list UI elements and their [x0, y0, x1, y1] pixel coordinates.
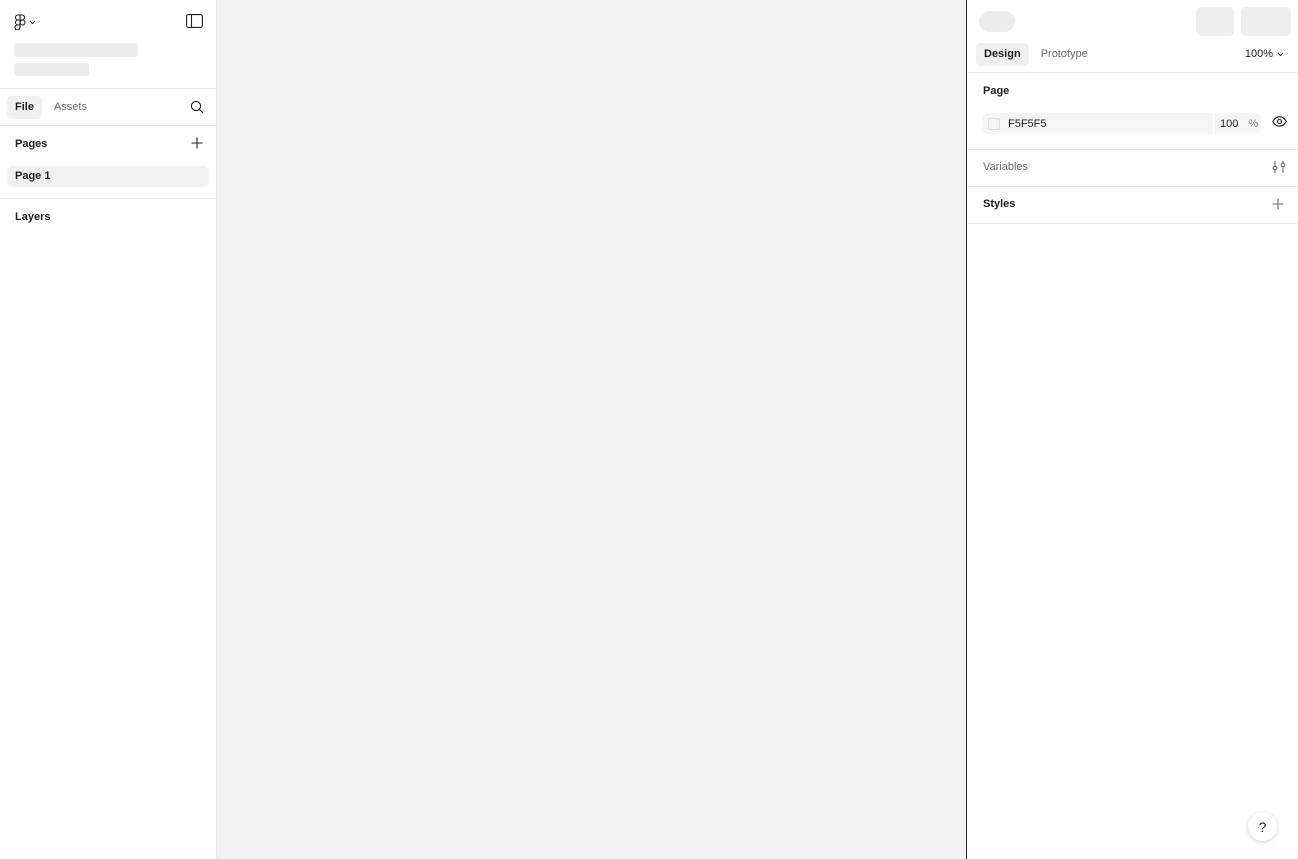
project-name-placeholder — [14, 63, 89, 76]
tab-design[interactable]: Design — [976, 43, 1029, 66]
tab-assets[interactable]: Assets — [46, 96, 95, 119]
chevron-down-icon — [1277, 48, 1284, 60]
share-button-placeholder — [1241, 7, 1291, 36]
opacity-unit: % — [1248, 117, 1259, 130]
divider — [0, 198, 216, 199]
toolbar-button-placeholder — [1196, 7, 1234, 36]
eye-icon[interactable] — [1272, 116, 1287, 131]
zoom-dropdown[interactable]: 100% — [1245, 48, 1284, 60]
right-panel-tabs: Design Prototype — [976, 43, 1096, 66]
file-name-placeholder — [14, 43, 138, 57]
page-item-page-1[interactable]: Page 1 — [7, 166, 209, 187]
divider — [968, 72, 1298, 73]
zoom-value: 100% — [1244, 48, 1273, 60]
styles-heading: Styles — [983, 198, 1016, 210]
divider — [0, 88, 216, 89]
fill-hex-value: F5F5F5 — [1008, 117, 1047, 130]
left-sidebar: File Assets Pages Page 1 Layers — [0, 0, 217, 859]
help-button[interactable]: ? — [1248, 812, 1277, 841]
page-fill-opacity-input[interactable]: 100 % — [1213, 113, 1261, 134]
variables-settings-icon[interactable] — [1272, 160, 1287, 175]
color-swatch[interactable] — [988, 117, 1000, 130]
page-fill-hex-input[interactable]: F5F5F5 — [983, 113, 1213, 134]
variables-heading: Variables — [983, 161, 1029, 173]
add-style-icon[interactable] — [1272, 198, 1286, 212]
design-canvas[interactable] — [217, 0, 967, 859]
chevron-down-icon — [29, 20, 36, 25]
divider — [0, 125, 216, 126]
divider — [968, 223, 1298, 224]
divider — [968, 149, 1298, 150]
layers-heading: Layers — [15, 211, 51, 223]
tab-file[interactable]: File — [7, 96, 42, 119]
right-sidebar: Design Prototype 100% Page F5F5F5 100 % … — [968, 0, 1298, 859]
pages-heading: Pages — [15, 138, 48, 150]
left-panel-tabs: File Assets — [7, 96, 95, 119]
main-menu-button[interactable] — [14, 12, 36, 32]
search-icon[interactable] — [190, 100, 205, 115]
figma-logo-icon — [14, 14, 26, 30]
page-fill-row: F5F5F5 100 % — [983, 113, 1261, 134]
page-section-heading: Page — [983, 85, 1010, 97]
avatar-placeholder — [979, 11, 1015, 32]
divider — [968, 186, 1298, 187]
sidebar-toggle-icon[interactable] — [186, 14, 204, 28]
opacity-value: 100 — [1220, 117, 1239, 130]
add-page-icon[interactable] — [191, 137, 205, 151]
tab-prototype[interactable]: Prototype — [1033, 43, 1096, 66]
